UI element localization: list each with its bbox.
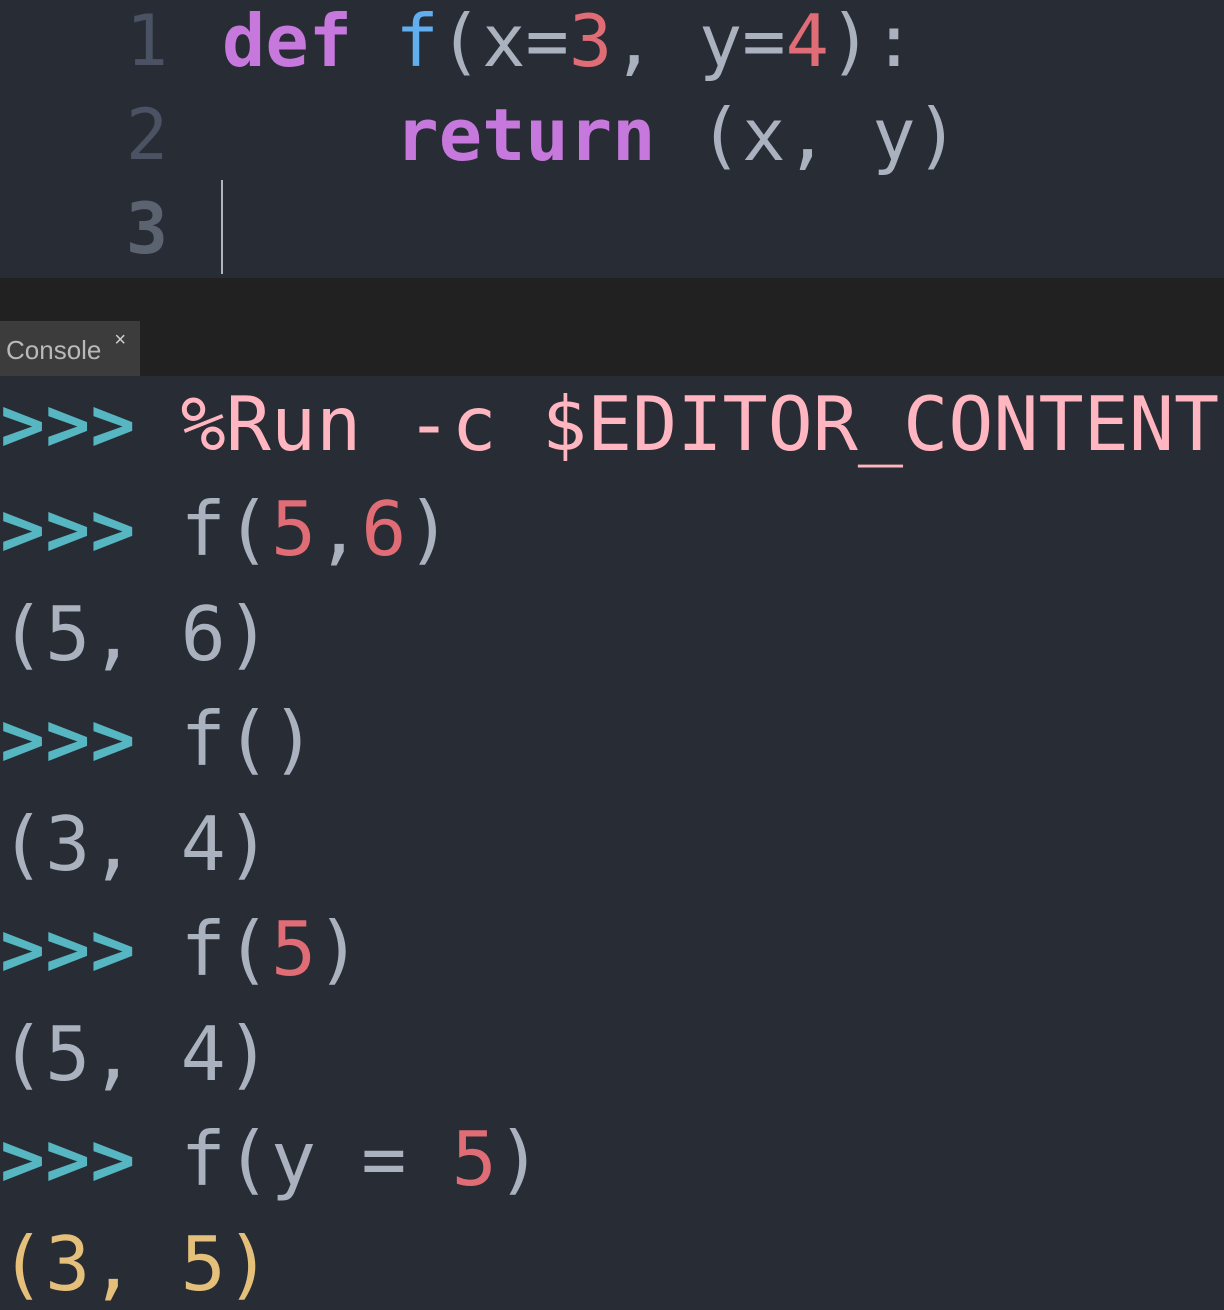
console-token: ) xyxy=(406,485,452,573)
console-output[interactable]: >>> %Run -c $EDITOR_CONTENT >>> f(5,6) (5,… xyxy=(0,376,1224,1310)
console-token: %Run -c $EDITOR_CONTENT xyxy=(180,380,1220,468)
text-cursor xyxy=(221,180,223,274)
console-token: 5 xyxy=(451,1115,497,1203)
code-token: 4 xyxy=(785,0,829,83)
code-text: return (x, y) xyxy=(222,88,959,182)
code-text: def f(x=3, y=4): xyxy=(222,0,916,88)
console-input-line: >>> %Run -c $EDITOR_CONTENT xyxy=(0,376,1224,477)
console-output-line: (5, 4) xyxy=(0,1002,1224,1107)
code-token: , y= xyxy=(612,0,786,83)
console-token: ) xyxy=(496,1115,542,1203)
code-token: (x, y) xyxy=(655,93,959,177)
console-token: 5 xyxy=(270,485,317,573)
code-line[interactable]: 2 return (x, y) xyxy=(0,88,1224,182)
console-input-line: >>> f(y = 5) xyxy=(0,1107,1224,1212)
prompt-chevrons: >>> xyxy=(0,1115,136,1203)
code-token: 3 xyxy=(568,0,613,83)
code-token: ): xyxy=(828,0,916,83)
prompt-chevrons: >>> xyxy=(0,485,136,573)
code-token: return xyxy=(395,93,656,177)
console-token: ) xyxy=(316,905,362,993)
close-icon[interactable]: × xyxy=(114,311,126,369)
output-text: (5, 6) xyxy=(0,590,271,678)
console-input-line: >>> f(5) xyxy=(0,897,1224,1002)
code-line[interactable]: 1 def f(x=3, y=4): xyxy=(0,0,1224,88)
tab-console-label: Console xyxy=(6,335,102,365)
console-token: f( xyxy=(180,905,271,993)
output-text: (3, 4) xyxy=(0,800,271,888)
code-token: def xyxy=(222,0,353,83)
code-token: (x= xyxy=(438,0,569,83)
code-token: f xyxy=(395,0,439,83)
console-token: f(y = xyxy=(180,1115,452,1203)
prompt-chevrons: >>> xyxy=(0,380,136,468)
console-token: f() xyxy=(180,695,317,783)
console-output-line: (3, 4) xyxy=(0,792,1224,897)
console-token: f( xyxy=(180,485,271,573)
output-text: (5, 4) xyxy=(0,1010,271,1098)
prompt-chevrons: >>> xyxy=(0,905,136,993)
console-token: 5 xyxy=(270,905,317,993)
console-output-line: (5, 6) xyxy=(0,582,1224,687)
line-number: 3 xyxy=(125,188,168,270)
console-output-line: (3, 5) xyxy=(0,1212,1224,1310)
console-input-line: >>> f(5,6) xyxy=(0,477,1224,582)
tab-console[interactable]: Console × xyxy=(0,321,140,377)
prompt-chevrons: >>> xyxy=(0,695,136,783)
console-input-line: >>> f() xyxy=(0,687,1224,792)
output-text: (3, 5) xyxy=(0,1220,271,1308)
console-token: , xyxy=(316,485,362,573)
line-number: 2 xyxy=(125,94,168,176)
pane-splitter[interactable] xyxy=(0,278,1224,376)
console-token: 6 xyxy=(361,485,407,573)
code-editor[interactable]: 1 def f(x=3, y=4): 2 return (x, y) 3 xyxy=(0,0,1224,278)
line-number: 1 xyxy=(125,0,168,82)
code-line[interactable]: 3 xyxy=(0,182,1224,276)
